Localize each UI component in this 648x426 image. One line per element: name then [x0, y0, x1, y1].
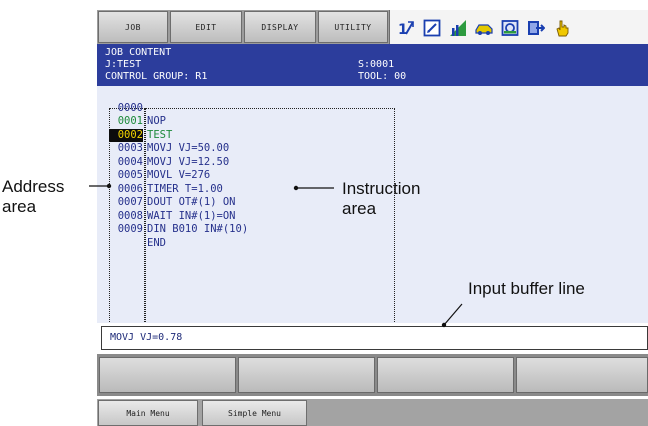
address-area-annotation: Address area — [2, 177, 65, 216]
annotation-lines — [89, 183, 463, 328]
instruction-area-annotation: Instruction area — [342, 179, 421, 218]
input-buffer-annotation: Input buffer line — [468, 279, 585, 298]
